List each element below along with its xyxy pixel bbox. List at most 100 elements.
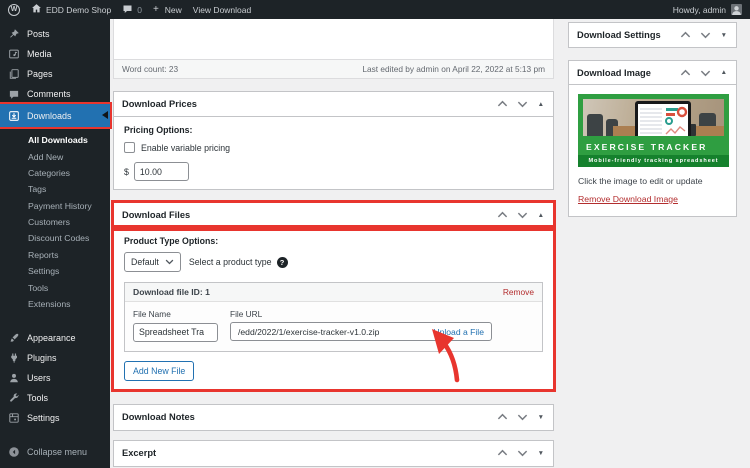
sidebar-item-settings[interactable]: Settings <box>0 408 110 428</box>
panel-title: Excerpt <box>122 448 156 458</box>
sidebar-item-media[interactable]: Media <box>0 44 110 64</box>
toggle-panel-icon[interactable] <box>537 101 545 108</box>
submenu-add-new[interactable]: Add New <box>0 148 110 164</box>
sidebar-item-users[interactable]: Users <box>0 368 110 388</box>
download-prices-panel: Download Prices Pricing Options: Enable … <box>113 91 554 190</box>
excerpt-header[interactable]: Excerpt <box>114 441 553 466</box>
file-url-label: File URL <box>230 309 492 319</box>
wp-logo-icon[interactable] <box>8 4 20 16</box>
move-up-icon[interactable] <box>497 449 508 458</box>
enable-variable-pricing-checkbox[interactable] <box>124 142 135 153</box>
panel-title: Download Settings <box>577 30 661 40</box>
file-url-input[interactable]: /edd/2022/1/exercise-tracker-v1.0.zip Up… <box>230 322 492 341</box>
submenu-customers[interactable]: Customers <box>0 214 110 230</box>
content-editor[interactable]: Word count: 23 Last edited by admin on A… <box>113 19 554 79</box>
submenu-payment-history[interactable]: Payment History <box>0 198 110 214</box>
move-up-icon[interactable] <box>497 413 508 422</box>
submenu-categories[interactable]: Categories <box>0 165 110 181</box>
download-settings-panel: Download Settings <box>568 22 737 48</box>
panel-title: Download Image <box>577 68 651 78</box>
submenu-tools[interactable]: Tools <box>0 279 110 295</box>
submenu-reports[interactable]: Reports <box>0 247 110 263</box>
sidebar-item-comments[interactable]: Comments <box>0 84 110 104</box>
move-down-icon[interactable] <box>517 100 528 109</box>
help-icon[interactable] <box>277 257 288 268</box>
add-new-file-button[interactable]: Add New File <box>124 361 194 381</box>
avatar[interactable] <box>731 4 742 15</box>
sidebar-item-posts[interactable]: Posts <box>0 24 110 44</box>
home-icon <box>31 3 42 16</box>
download-settings-header[interactable]: Download Settings <box>569 23 736 47</box>
site-name-menu[interactable]: EDD Demo Shop <box>31 3 111 16</box>
toggle-panel-icon[interactable] <box>720 69 728 76</box>
comments-icon <box>8 88 20 100</box>
move-up-icon[interactable] <box>680 68 691 77</box>
admin-sidebar: Posts Media Pages Comments Downloads <box>0 19 110 468</box>
office-photo <box>583 99 724 136</box>
current-item-arrow <box>102 111 108 119</box>
move-down-icon[interactable] <box>700 31 711 40</box>
sidebar-item-appearance[interactable]: Appearance <box>0 328 110 348</box>
remove-file-link[interactable]: Remove <box>503 287 534 297</box>
settings-icon <box>8 412 20 424</box>
file-name-label: File Name <box>133 309 218 319</box>
move-down-icon[interactable] <box>700 68 711 77</box>
select-product-type-label: Select a product type <box>189 257 272 267</box>
product-type-options-label: Product Type Options: <box>124 236 543 246</box>
product-type-select[interactable]: Default <box>124 252 181 272</box>
tablet-shape <box>635 101 691 136</box>
sidebar-item-tools[interactable]: Tools <box>0 388 110 408</box>
download-prices-header[interactable]: Download Prices <box>114 92 553 117</box>
sidebar-item-downloads[interactable]: Downloads <box>0 104 110 127</box>
sidebar-item-pages[interactable]: Pages <box>0 64 110 84</box>
move-up-icon[interactable] <box>497 100 508 109</box>
toggle-panel-icon[interactable] <box>537 450 545 457</box>
download-notes-panel: Download Notes <box>113 404 554 431</box>
upload-a-file-button[interactable]: Upload a File <box>433 327 484 337</box>
move-down-icon[interactable] <box>517 211 528 220</box>
variable-pricing-label: Enable variable pricing <box>141 143 230 153</box>
editor-status-bar: Word count: 23 Last edited by admin on A… <box>114 59 553 78</box>
editor-empty-area[interactable] <box>114 19 553 59</box>
download-files-header[interactable]: Download Files <box>114 203 553 228</box>
move-up-icon[interactable] <box>680 31 691 40</box>
word-count: Word count: 23 <box>122 64 178 74</box>
submenu-extensions[interactable]: Extensions <box>0 296 110 312</box>
excerpt-panel: Excerpt <box>113 440 554 467</box>
view-download-link[interactable]: View Download <box>193 5 251 15</box>
new-content-menu[interactable]: New <box>153 4 182 15</box>
move-down-icon[interactable] <box>517 413 528 422</box>
toggle-panel-icon[interactable] <box>537 212 545 219</box>
new-label: New <box>165 5 182 15</box>
comments-count: 0 <box>137 5 142 15</box>
downloads-submenu: All Downloads Add New Categories Tags Pa… <box>0 127 110 319</box>
submenu-settings[interactable]: Settings <box>0 263 110 279</box>
file-name-input[interactable] <box>133 323 218 342</box>
sidebar-item-plugins[interactable]: Plugins <box>0 348 110 368</box>
howdy-admin-menu[interactable]: Howdy, admin <box>673 5 726 15</box>
move-down-icon[interactable] <box>517 449 528 458</box>
pricing-options-label: Pricing Options: <box>124 125 543 135</box>
download-image-panel: Download Image <box>568 60 737 217</box>
pages-icon <box>8 68 20 80</box>
collapse-icon <box>8 446 20 458</box>
image-title-text: EXERCISE TRACKER <box>586 142 707 152</box>
download-featured-image[interactable]: EXERCISE TRACKER Mobile-friendly trackin… <box>578 94 729 167</box>
comments-bubble-menu[interactable]: 0 <box>122 4 142 16</box>
submenu-all-downloads[interactable]: All Downloads <box>0 132 110 148</box>
download-file-id-label: Download file ID: 1 <box>133 287 210 297</box>
price-input[interactable] <box>134 162 189 181</box>
move-up-icon[interactable] <box>497 211 508 220</box>
user-icon <box>8 372 20 384</box>
download-notes-header[interactable]: Download Notes <box>114 405 553 430</box>
submenu-discount-codes[interactable]: Discount Codes <box>0 230 110 246</box>
submenu-tags[interactable]: Tags <box>0 181 110 197</box>
collapse-menu-button[interactable]: Collapse menu <box>0 442 110 462</box>
download-image-header[interactable]: Download Image <box>569 61 736 85</box>
toggle-panel-icon[interactable] <box>537 414 545 421</box>
toggle-panel-icon[interactable] <box>720 32 728 39</box>
currency-symbol: $ <box>124 167 129 177</box>
wrench-icon <box>8 392 20 404</box>
remove-download-image-link[interactable]: Remove Download Image <box>578 194 678 204</box>
brush-icon <box>8 332 20 344</box>
